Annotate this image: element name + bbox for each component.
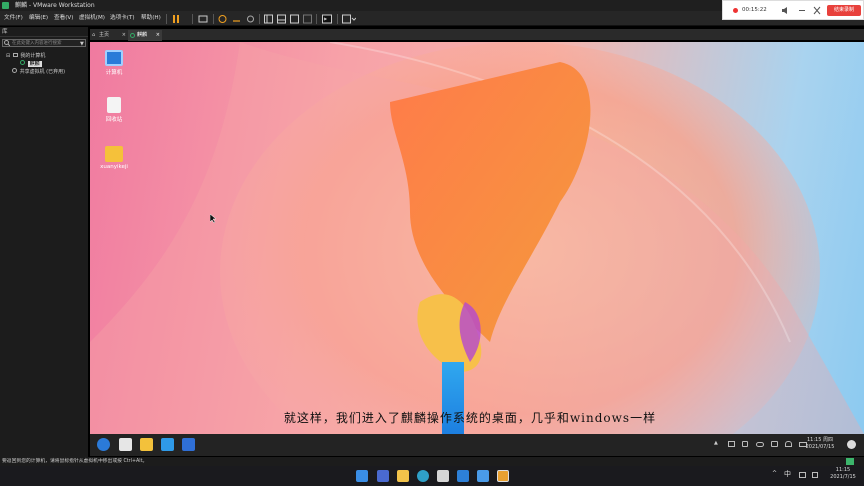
tab-bar: ⌂ 主页 × 麒麟 × [90, 29, 864, 41]
menu-view[interactable]: 查看(V) [54, 11, 73, 26]
thumbnail-bar-icon[interactable] [277, 14, 286, 24]
host-volume-icon[interactable] [812, 472, 818, 478]
recording-dot-icon [733, 8, 738, 13]
video-subtitle: 就这样，我们进入了麒麟操作系统的桌面，几乎和windows一样 [283, 411, 657, 425]
tree-label-shared: 共享虚拟机 (已弃用) [19, 69, 66, 75]
show-library-icon[interactable] [264, 14, 273, 24]
wifi-icon[interactable] [785, 441, 792, 447]
close-icon[interactable] [813, 6, 821, 17]
tab-vm[interactable]: 麒麟 × [128, 30, 162, 41]
guest-clock-time: 11:15 周四 [807, 437, 833, 443]
folder-icon [105, 146, 123, 162]
close-icon[interactable]: × [122, 30, 126, 41]
tab-home[interactable]: ⌂ 主页 × [90, 30, 128, 41]
guest-clock-date: 2021/07/15 [805, 444, 835, 450]
snapshot-icon[interactable] [218, 14, 227, 24]
menu-file[interactable]: 文件(F) [4, 11, 23, 26]
menu-tabs[interactable]: 选项卡(T) [110, 11, 135, 26]
expand-icon[interactable]: ⊟ [6, 53, 10, 59]
notification-icon[interactable] [771, 441, 778, 447]
minimize-icon[interactable] [799, 10, 805, 11]
fit-guest-icon[interactable] [290, 14, 299, 24]
file-explorer-icon[interactable] [397, 470, 409, 482]
host-network-icon[interactable] [799, 472, 806, 478]
recording-timer: 00:15:22 [742, 7, 767, 13]
host-clock[interactable]: 11:15 2021/7/15 [826, 467, 860, 481]
revert-snapshot-icon[interactable] [232, 14, 241, 24]
wps-writer-icon[interactable] [182, 438, 195, 451]
recycle-bin-icon [107, 97, 121, 113]
vmware-taskbar-icon[interactable] [497, 470, 509, 482]
host-clock-date: 2021/7/15 [830, 474, 856, 480]
snapshot-manager-icon[interactable] [246, 14, 255, 24]
host-tray-expand-icon[interactable]: ^ [772, 470, 777, 477]
tree-label-vm: 麒麟 [27, 61, 42, 67]
console-view-icon[interactable] [322, 14, 332, 24]
vm-icon [130, 33, 135, 38]
host-clock-time: 11:15 [835, 467, 851, 473]
guest-clock[interactable]: 11:15 周四 2021/07/15 [800, 437, 840, 451]
edge-browser-icon[interactable] [417, 470, 429, 482]
window-title: 麒麟 - VMware Workstation [15, 2, 95, 9]
status-green-indicator-icon [846, 458, 854, 465]
menu-help[interactable]: 帮助(H) [141, 11, 161, 26]
guest-desktop[interactable]: 计算机 回收站 xuanyikeji 就这样，我们进入了麒麟操作系统的桌面，几乎… [90, 42, 864, 434]
recorder-app-icon[interactable] [477, 470, 489, 482]
close-icon[interactable]: × [156, 30, 160, 41]
pause-icon[interactable] [172, 14, 180, 24]
widgets-icon[interactable] [377, 470, 389, 482]
home-icon: ⌂ [92, 32, 96, 38]
computer-icon [105, 50, 123, 66]
tree-label-my-computer: 我的计算机 [20, 53, 46, 59]
desktop-wallpaper [90, 42, 864, 434]
speaker-icon[interactable] [781, 6, 789, 17]
desktop-icon-computer[interactable]: 计算机 [94, 50, 134, 76]
computer-icon [12, 53, 18, 57]
volume-icon[interactable] [742, 441, 748, 447]
browser-icon[interactable] [161, 438, 174, 451]
file-manager-icon[interactable] [140, 438, 153, 451]
vm-icon [20, 60, 25, 65]
tree-item-my-computer[interactable]: ⊟ 我的计算机 [6, 52, 45, 60]
menu-edit[interactable]: 编辑(E) [29, 11, 48, 26]
ime-indicator[interactable]: 中 [784, 469, 791, 479]
send-ctrl-alt-del-icon[interactable] [198, 14, 208, 24]
cloud-icon[interactable] [756, 442, 764, 447]
host-taskbar: ^ 中 11:15 2021/7/15 [0, 466, 864, 486]
search-icon [4, 40, 11, 48]
mouse-cursor-icon [210, 214, 217, 224]
full-screen-icon[interactable] [303, 14, 312, 24]
library-panel: 库 在此处键入内容进行搜索 ▼ ⊟ 我的计算机 麒麟 共享虚拟机 (已弃用) [0, 27, 88, 457]
guest-taskbar: ▲ 11:15 周四 2021/07/15 [90, 434, 864, 456]
tree-item-vm[interactable]: 麒麟 [20, 60, 42, 68]
library-header: 库 [0, 27, 88, 37]
desktop-icon-recycle-bin[interactable]: 回收站 [94, 97, 134, 123]
status-bar: 要返回到您的计算机，请将鼠标指针从虚拟机中移出或按 Ctrl+Alt。 [0, 457, 864, 466]
search-dropdown-icon[interactable]: ▼ [80, 41, 84, 47]
desktop-icon-home-folder[interactable]: xuanyikeji [94, 146, 134, 170]
windows-start-icon[interactable] [356, 470, 368, 482]
screen-recorder-widget: 00:15:22 结束录制 [722, 0, 864, 20]
store-icon[interactable] [437, 470, 449, 482]
menu-vm[interactable]: 虚拟机(M) [79, 11, 105, 26]
stop-recording-button[interactable]: 结束录制 [827, 5, 861, 16]
start-menu-icon[interactable] [97, 438, 110, 451]
task-view-icon[interactable] [119, 438, 132, 451]
vmware-app-icon [2, 2, 9, 9]
library-search-input[interactable]: 在此处键入内容进行搜索 [2, 39, 86, 47]
show-desktop-icon[interactable] [847, 440, 856, 449]
tree-item-shared[interactable]: 共享虚拟机 (已弃用) [12, 68, 65, 76]
shared-vm-icon [12, 68, 17, 73]
mail-icon[interactable] [457, 470, 469, 482]
tray-expand-icon[interactable]: ▲ [714, 440, 718, 446]
stretch-guest-icon[interactable] [342, 14, 357, 24]
network-icon[interactable] [728, 441, 735, 447]
